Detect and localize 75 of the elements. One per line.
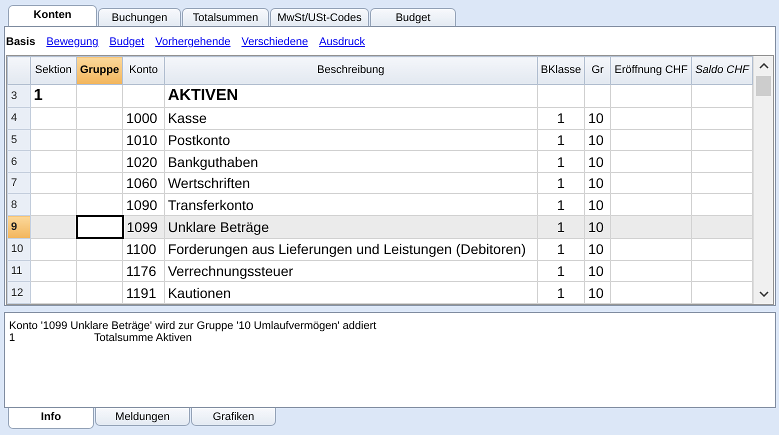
column-header[interactable]: BKlasse xyxy=(537,56,585,84)
view-link[interactable]: Budget xyxy=(109,36,144,55)
view-link[interactable]: Basis xyxy=(6,36,36,55)
table-cell: 1 xyxy=(30,84,76,108)
row-number[interactable]: 6 xyxy=(8,150,30,172)
table-cell: 1060 xyxy=(122,172,164,194)
row-number[interactable]: 11 xyxy=(8,260,30,282)
scroll-up-icon[interactable] xyxy=(758,63,768,69)
column-header[interactable]: Sektion xyxy=(30,56,76,84)
row-number[interactable]: 3 xyxy=(8,84,30,108)
table-cell: 10 xyxy=(584,260,611,282)
row-number[interactable]: 10 xyxy=(8,238,30,260)
tab[interactable]: Konten xyxy=(8,5,97,26)
table-cell: 1099 xyxy=(122,216,164,238)
corner-cell xyxy=(8,56,30,84)
column-header[interactable]: Konto xyxy=(122,56,164,84)
row-number[interactable]: 4 xyxy=(8,108,30,130)
table-cell: Wertschriften xyxy=(164,172,538,194)
table-cell: Forderungen aus Lieferungen und Leistungen (Debitoren) xyxy=(164,238,538,260)
tab[interactable]: Budget xyxy=(370,8,456,26)
row-number[interactable]: 8 xyxy=(8,194,30,216)
table-cell: 1 xyxy=(537,172,585,194)
table-cell: 1100 xyxy=(122,238,164,260)
table-cell: Unklare Beträge xyxy=(164,216,538,238)
table-cell: 1176 xyxy=(122,260,164,282)
tab[interactable]: Grafiken xyxy=(191,408,276,426)
table-cell: 1 xyxy=(537,260,585,282)
table-cell[interactable] xyxy=(76,216,123,238)
row-number[interactable]: 12 xyxy=(8,282,30,304)
column-header[interactable]: Beschreibung xyxy=(164,56,538,84)
table-cell: 1020 xyxy=(122,150,164,172)
table-cell: 10 xyxy=(584,238,611,260)
info-code: 1 xyxy=(9,332,16,344)
view-link[interactable]: Verschiedene xyxy=(241,36,308,55)
table-cell: Kautionen xyxy=(164,282,538,304)
view-link[interactable]: Ausdruck xyxy=(319,36,365,55)
column-header[interactable]: Saldo CHF xyxy=(692,56,752,84)
column-header[interactable]: Gruppe xyxy=(76,56,123,84)
view-link[interactable]: Vorhergehende xyxy=(155,36,230,55)
row-number[interactable]: 9 xyxy=(8,216,30,238)
table-cell: 10 xyxy=(584,150,611,172)
table-cell: 1191 xyxy=(122,282,164,304)
tab[interactable]: MwSt/USt-Codes xyxy=(270,8,369,26)
table-cell: 10 xyxy=(584,108,611,130)
column-header[interactable]: Gr xyxy=(584,56,611,84)
tab[interactable]: Totalsummen xyxy=(182,8,269,26)
scrollbar-thumb[interactable] xyxy=(756,76,771,96)
info-message: Konto '1099 Unklare Beträge' wird zur Gruppe '10 Umlaufvermögen' addiert xyxy=(9,320,378,332)
table-cell: Postkonto xyxy=(164,129,538,151)
tab[interactable]: Meldungen xyxy=(95,408,190,426)
table-cell: 10 xyxy=(584,216,611,238)
table-cell: 10 xyxy=(584,282,611,304)
view-link[interactable]: Bewegung xyxy=(46,36,98,55)
row-number[interactable]: 7 xyxy=(8,172,30,194)
tab[interactable]: Info xyxy=(8,408,94,429)
table-cell: 1 xyxy=(537,216,585,238)
tab[interactable]: Buchungen xyxy=(98,8,181,26)
table-cell: 1000 xyxy=(122,108,164,130)
scroll-down-icon[interactable] xyxy=(758,291,768,297)
scrollbar[interactable] xyxy=(753,56,773,304)
row-number[interactable]: 5 xyxy=(8,129,30,151)
table-cell: Verrechnungssteuer xyxy=(164,260,538,282)
table-cell: 1010 xyxy=(122,129,164,151)
table-cell: 1 xyxy=(537,150,585,172)
table-cell: Kasse xyxy=(164,108,538,130)
table-cell: 1 xyxy=(537,282,585,304)
info-text: Totalsumme Aktiven xyxy=(94,332,192,344)
table-cell: 10 xyxy=(584,172,611,194)
table-cell: 1 xyxy=(537,129,585,151)
table-cell: 10 xyxy=(584,129,611,151)
table-cell: 1 xyxy=(537,108,585,130)
column-header[interactable]: Eröffnung CHF xyxy=(610,56,692,84)
table-cell: Bankguthaben xyxy=(164,150,538,172)
table-cell: AKTIVEN xyxy=(164,84,538,108)
table-cell: 1 xyxy=(537,238,585,260)
